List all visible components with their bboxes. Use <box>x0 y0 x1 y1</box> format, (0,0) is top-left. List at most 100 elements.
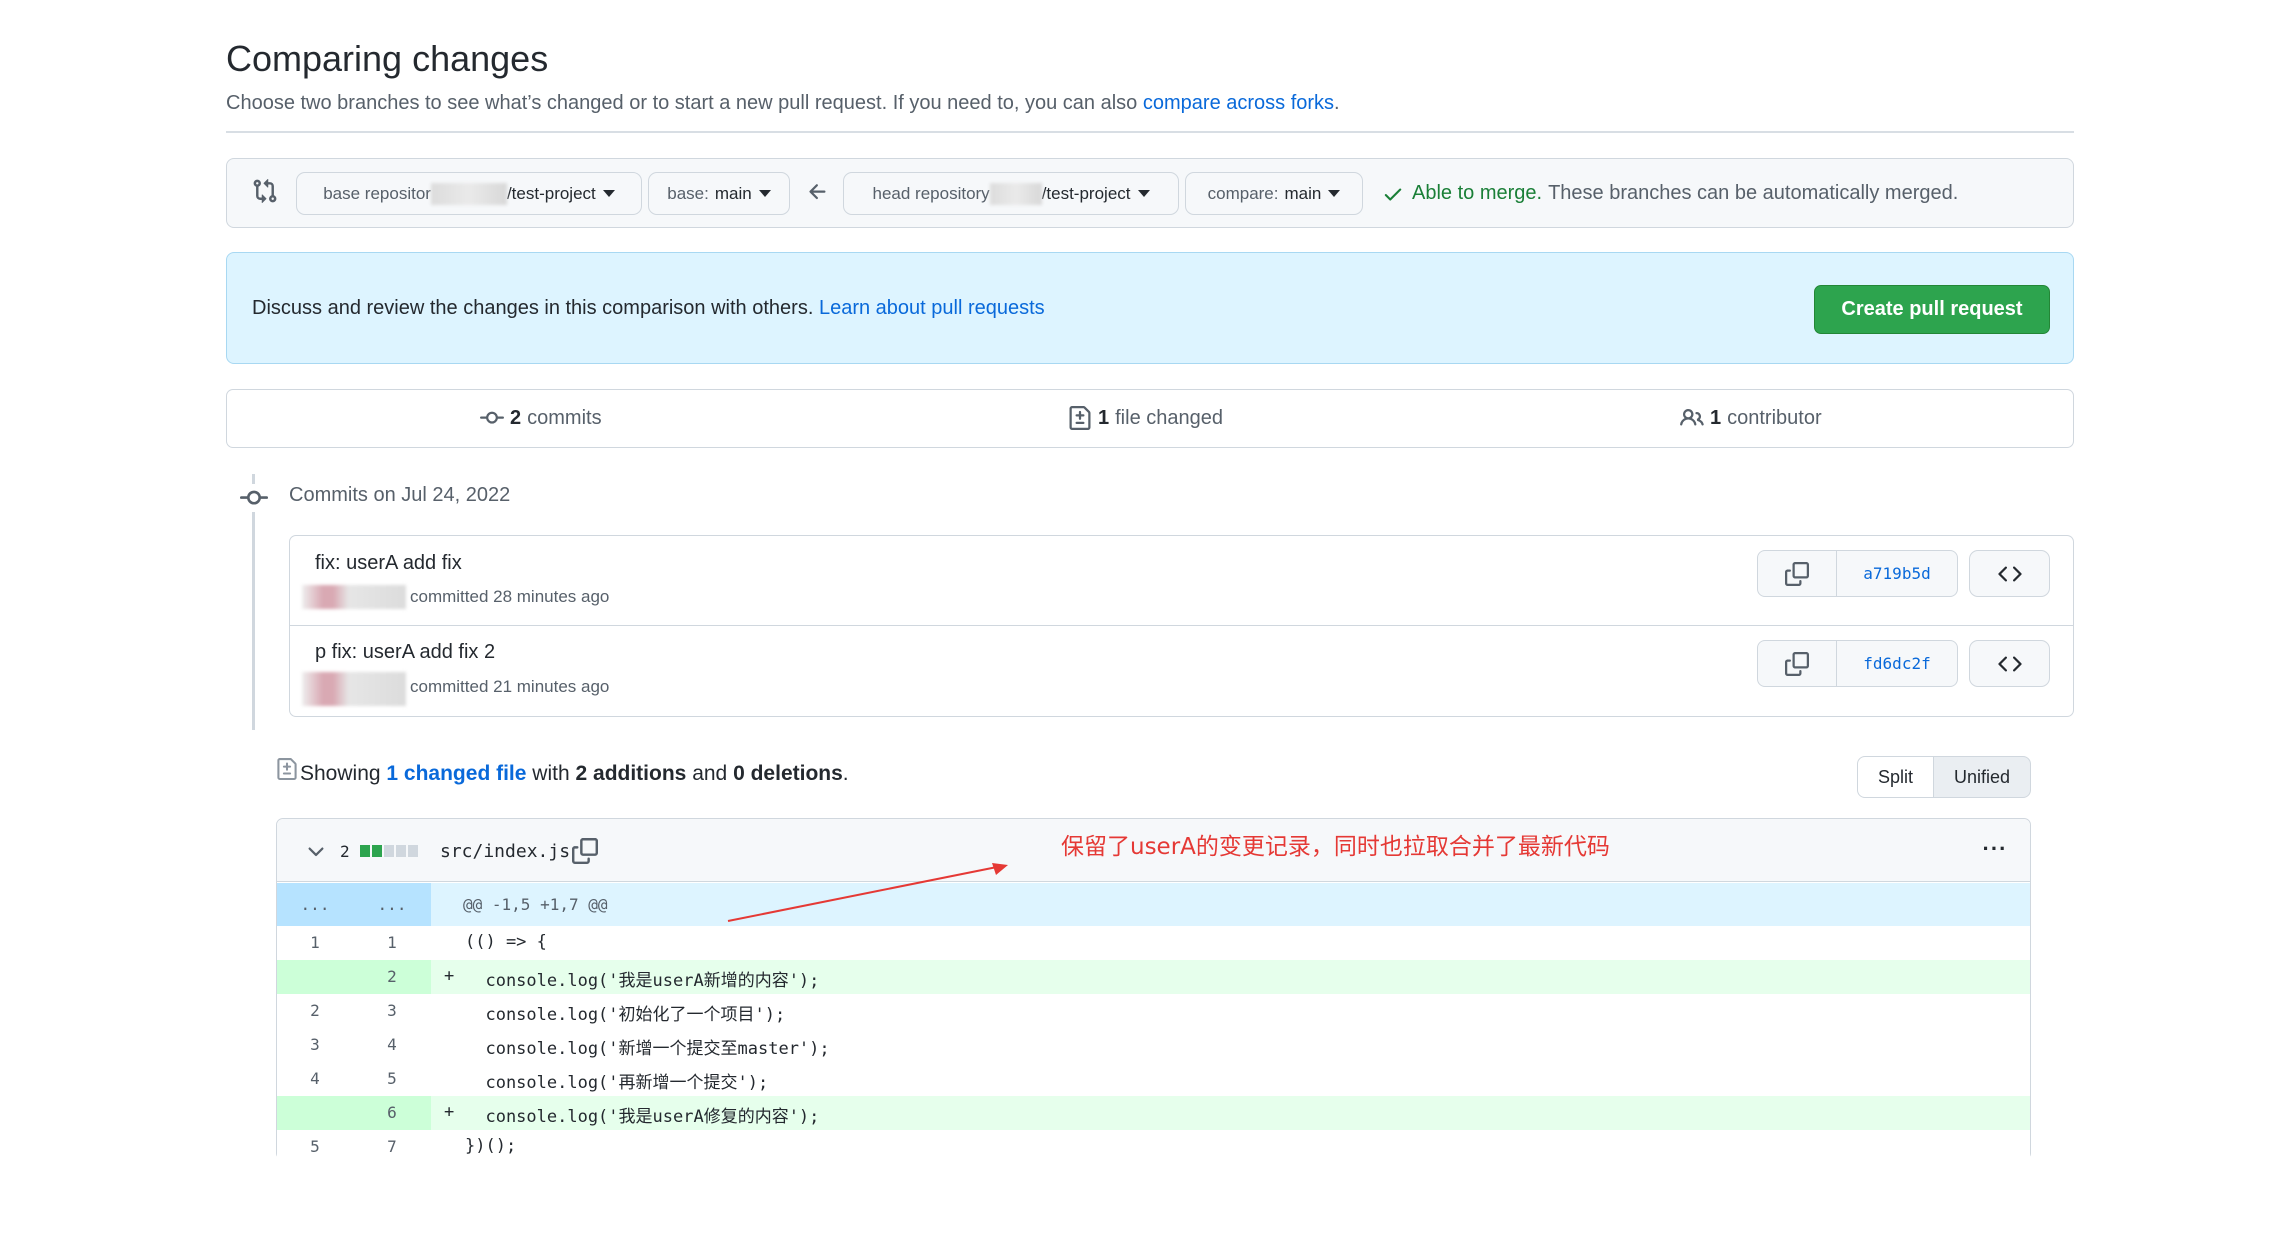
old-line-number[interactable]: 4 <box>277 1069 353 1088</box>
new-line-number[interactable]: 2 <box>353 967 431 986</box>
file-change-count: 2 <box>340 842 350 861</box>
diff-summary-prefix: Showing <box>300 762 381 785</box>
compare-branch-select[interactable]: compare: main <box>1185 172 1363 215</box>
commits-date-header: Commits on Jul 24, 2022 <box>289 484 511 506</box>
diff-code: console.log('我是userA新增的内容'); <box>465 971 820 991</box>
commit-sha-link[interactable]: a719b5d <box>1836 550 1958 597</box>
head-repository-label: head repository <box>872 183 990 203</box>
base-branch-label: base: <box>667 183 709 203</box>
commits-count: 2 <box>510 406 522 429</box>
changed-file-link[interactable]: 1 changed file <box>386 762 526 785</box>
diffstat-neutral-block <box>408 845 418 857</box>
old-line-number[interactable]: 1 <box>277 933 353 952</box>
commit-icon <box>480 411 504 424</box>
base-branch-select[interactable]: base: main <box>648 172 790 215</box>
split-view-button[interactable]: Split <box>1857 756 1934 798</box>
merge-status-label: Able to merge. <box>1412 182 1543 204</box>
commits-label: commits <box>527 406 602 429</box>
new-line-number[interactable]: 4 <box>353 1035 431 1054</box>
new-line-number[interactable]: 7 <box>353 1137 431 1156</box>
copy-sha-button[interactable] <box>1757 640 1837 687</box>
commit-title[interactable]: p fix: userA add fix 2 <box>315 641 495 664</box>
discuss-message: Discuss and review the changes in this c… <box>252 297 814 319</box>
diff-code: console.log('新增一个提交至master'); <box>465 1039 830 1059</box>
new-line-number[interactable]: 6 <box>353 1103 431 1122</box>
expand-up-button[interactable]: ... <box>277 895 353 914</box>
diffstat-bar <box>360 845 418 857</box>
old-line-number[interactable]: 3 <box>277 1035 353 1054</box>
diffstat-neutral-block <box>384 845 394 857</box>
page-subtitle: Choose two branches to see what’s change… <box>226 92 1340 115</box>
commit-sha-link[interactable]: fd6dc2f <box>1836 640 1958 687</box>
commits-list-divider <box>290 625 2073 626</box>
base-repository-label: base repositor <box>323 183 431 203</box>
file-diff-small-icon <box>276 758 298 780</box>
base-repository-select[interactable]: base repositor /test-project <box>296 172 642 215</box>
create-pull-request-button[interactable]: Create pull request <box>1814 285 2050 334</box>
timeline-line <box>252 474 255 730</box>
merge-status-message: These branches can be automatically merg… <box>1548 182 1959 204</box>
diff-code: console.log('再新增一个提交'); <box>465 1073 769 1093</box>
diff-summary-and: and <box>692 762 728 785</box>
caret-down-icon <box>1328 190 1341 197</box>
code-icon <box>1997 565 2022 582</box>
old-line-number[interactable]: 5 <box>277 1137 353 1156</box>
new-line-number[interactable]: 5 <box>353 1069 431 1088</box>
commits-summary[interactable]: 2 commits <box>480 406 602 430</box>
discuss-text: Discuss and review the changes in this c… <box>252 297 1045 320</box>
hunk-header: @@ -1,5 +1,7 @@ <box>463 895 608 914</box>
copy-sha-button[interactable] <box>1757 550 1837 597</box>
commit-author-avatar <box>302 672 406 706</box>
contributors-summary[interactable]: 1 contributor <box>1680 406 1822 430</box>
diff-summary-end: . <box>842 762 849 785</box>
diff-summary-with: with <box>532 762 570 785</box>
old-line-number[interactable]: 2 <box>277 1001 353 1020</box>
diff-code: console.log('我是userA修复的内容'); <box>465 1107 820 1127</box>
browse-code-button[interactable] <box>1969 550 2050 597</box>
arrow-left-icon <box>806 180 830 204</box>
files-count: 1 <box>1098 406 1110 429</box>
diff-sign: + <box>444 966 455 986</box>
expand-down-button[interactable]: ... <box>353 895 431 914</box>
compare-branch-label: compare: <box>1207 183 1279 203</box>
commit-group-icon <box>240 484 268 512</box>
compare-across-forks-link[interactable]: compare across forks <box>1143 92 1334 114</box>
git-compare-icon <box>252 178 278 204</box>
diff-code: console.log('初始化了一个项目'); <box>465 1005 786 1025</box>
code-icon <box>1997 655 2022 672</box>
commit-title[interactable]: fix: userA add fix <box>315 552 462 575</box>
files-summary[interactable]: 1 file changed <box>1068 406 1223 430</box>
copy-path-icon[interactable] <box>572 838 598 864</box>
more-options-button[interactable]: ··· <box>1972 836 2018 864</box>
commit-author-avatar <box>302 585 406 609</box>
base-repository-name: /test-project <box>506 183 596 203</box>
unified-view-button[interactable]: Unified <box>1933 756 2031 798</box>
subtitle-end: . <box>1334 92 1340 114</box>
diffstat-neutral-block <box>396 845 406 857</box>
caret-down-icon <box>602 190 615 197</box>
diff-sign: + <box>444 1102 455 1122</box>
deletions-count: 0 deletions <box>733 762 843 785</box>
caret-down-icon <box>758 190 771 197</box>
copy-icon <box>1785 561 1809 586</box>
people-icon <box>1680 408 1704 426</box>
new-line-number[interactable]: 1 <box>353 933 431 952</box>
contributors-count: 1 <box>1710 406 1722 429</box>
head-repository-select[interactable]: head repository /test-project <box>843 172 1179 215</box>
collapse-chevron-icon[interactable] <box>304 840 328 864</box>
file-path[interactable]: src/index.js <box>440 841 570 862</box>
diffstat-added-block <box>360 845 370 857</box>
file-diff-icon <box>1069 406 1091 430</box>
learn-about-pull-requests-link[interactable]: Learn about pull requests <box>819 297 1045 319</box>
page-title: Comparing changes <box>226 38 549 79</box>
annotation-text: 保留了userA的变更记录，同时也拉取合并了最新代码 <box>1061 834 1610 860</box>
copy-icon <box>1785 651 1809 676</box>
base-branch-name: main <box>714 183 752 203</box>
redacted-owner <box>430 182 507 205</box>
diff-summary: Showing 1 changed file with 2 additions … <box>300 762 849 786</box>
subtitle-text: Choose two branches to see what’s change… <box>226 92 1138 114</box>
header-divider <box>226 131 2074 133</box>
diff-code: })(); <box>465 1136 517 1156</box>
browse-code-button[interactable] <box>1969 640 2050 687</box>
new-line-number[interactable]: 3 <box>353 1001 431 1020</box>
